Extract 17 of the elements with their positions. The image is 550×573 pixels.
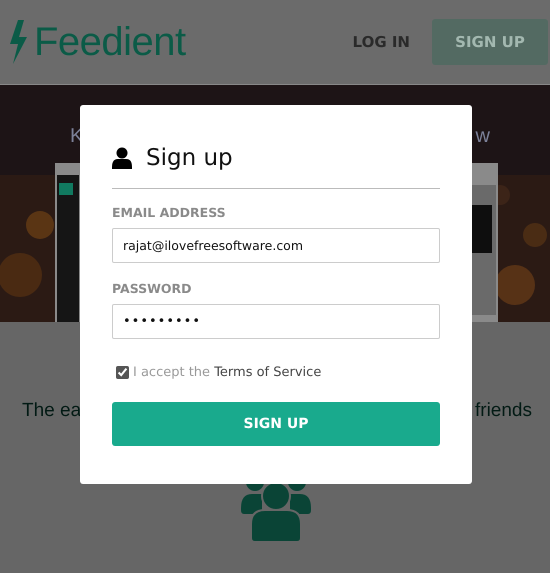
lightning-bolt-icon [8,20,28,64]
terms-text: I accept the Terms of Service [133,365,322,380]
tagline-text: friends [474,400,532,422]
logo-text[interactable]: Feedient [34,20,186,64]
login-link[interactable]: LOG IN [352,33,410,51]
password-field[interactable]: ••••••••• [112,304,440,339]
field-label: PASSWORD [112,281,193,296]
user-icon [112,147,132,169]
tagline-text: The ea [22,400,82,422]
dialog-title: Sign up [146,145,233,171]
signup-submit-button[interactable]: SIGN UP [112,402,440,446]
field-label: EMAIL ADDRESS [112,205,227,220]
terms-checkbox[interactable] [116,366,129,379]
signup-button[interactable]: SIGN UP [432,19,548,65]
headline-text: w [476,125,490,148]
terms-link[interactable]: Terms of Service [214,365,322,380]
email-field[interactable]: rajat@ilovefreesoftware.com [112,228,440,263]
